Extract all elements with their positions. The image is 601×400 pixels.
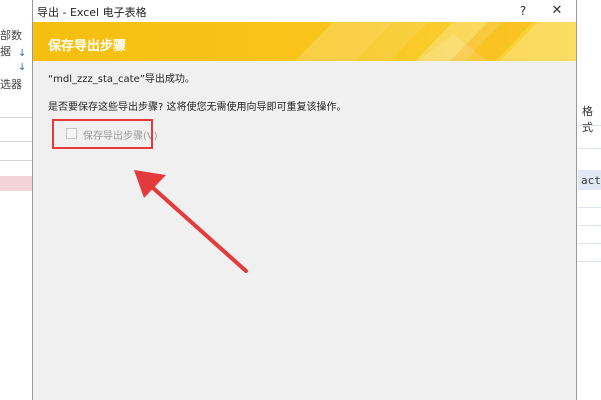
- annotation-arrow: [134, 170, 248, 273]
